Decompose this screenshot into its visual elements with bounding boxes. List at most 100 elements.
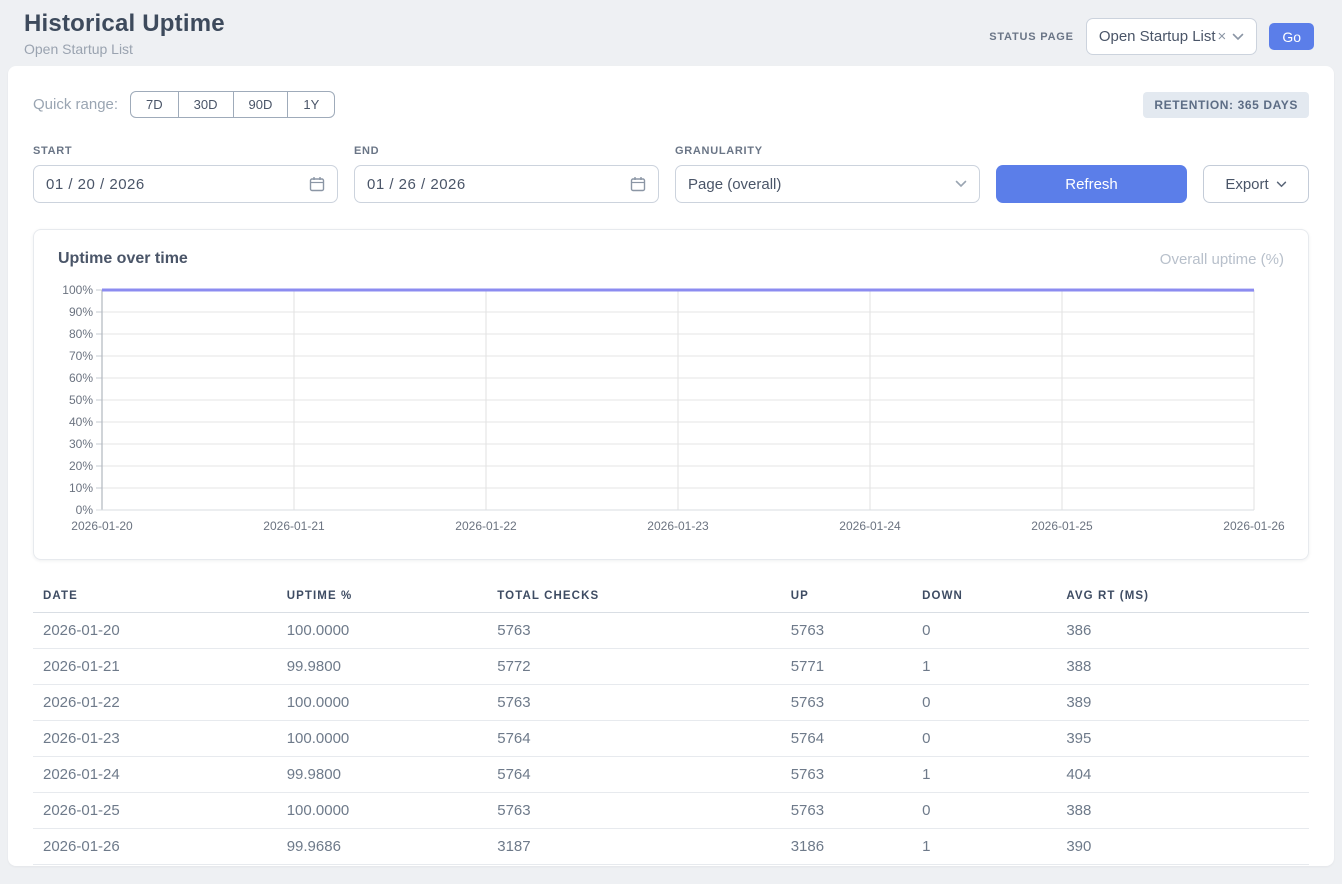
table-cell: 395 [1056,721,1309,757]
svg-text:30%: 30% [69,437,93,451]
go-button[interactable]: Go [1269,23,1314,50]
table-cell: 99.9800 [277,757,488,793]
table-cell: 5772 [487,649,780,685]
svg-text:2026-01-22: 2026-01-22 [455,519,517,533]
chart-legend: Overall uptime (%) [1160,251,1284,268]
start-date-value: 01 / 20 / 2026 [46,176,145,193]
table-cell: 0 [912,721,1056,757]
start-date-input[interactable]: 01 / 20 / 2026 [33,165,338,203]
table-row: 2026-01-20100.0000576357630386 [33,613,1309,649]
uptime-line-chart: 100% 90% 80% 70% 60% 50% 40% 30% 20% 10% 0% 2026-01… [52,280,1290,549]
svg-text:90%: 90% [69,305,93,319]
uptime-table: DATEUPTIME %TOTAL CHECKSUPDOWNAVG RT (MS… [33,584,1309,865]
granularity-label: GRANULARITY [675,145,980,157]
title-block: Historical Uptime Open Startup List [24,10,225,57]
quick-range-label: Quick range: [33,96,118,113]
header-right: STATUS PAGE Open Startup List × Go [989,18,1314,55]
status-page-value: Open Startup List [1099,28,1216,45]
table-cell: 5764 [781,721,912,757]
main-panel: Quick range: 7D30D90D1Y RETENTION: 365 D… [8,66,1334,866]
column-header-up: UP [781,584,912,613]
table-cell: 2026-01-23 [33,721,277,757]
table-cell: 5763 [781,685,912,721]
granularity-select[interactable]: Page (overall) [675,165,980,203]
table-row: 2026-01-2199.9800577257711388 [33,649,1309,685]
export-label: Export [1225,176,1268,193]
table-cell: 5764 [487,721,780,757]
granularity-value: Page (overall) [688,176,781,193]
svg-text:2026-01-23: 2026-01-23 [647,519,709,533]
export-button[interactable]: Export [1203,165,1309,203]
calendar-icon[interactable] [309,176,325,192]
svg-text:20%: 20% [69,459,93,473]
svg-text:2026-01-26: 2026-01-26 [1223,519,1285,533]
quick-range-1y[interactable]: 1Y [287,91,335,118]
table-cell: 389 [1056,685,1309,721]
table-cell: 100.0000 [277,613,488,649]
chevron-down-icon [1232,33,1244,41]
svg-text:40%: 40% [69,415,93,429]
svg-text:2026-01-24: 2026-01-24 [839,519,901,533]
chevron-down-icon [955,180,967,188]
table-cell: 100.0000 [277,685,488,721]
table-cell: 0 [912,613,1056,649]
quick-range-row: Quick range: 7D30D90D1Y RETENTION: 365 D… [33,91,1309,118]
table-cell: 388 [1056,793,1309,829]
table-cell: 390 [1056,829,1309,865]
table-cell: 2026-01-26 [33,829,277,865]
quick-range-wrap: Quick range: 7D30D90D1Y [33,91,335,118]
table-cell: 5763 [487,685,780,721]
table-cell: 1 [912,829,1056,865]
page-title: Historical Uptime [24,10,225,38]
svg-text:100%: 100% [62,283,93,297]
table-cell: 100.0000 [277,793,488,829]
column-header-uptime-: UPTIME % [277,584,488,613]
start-field: START 01 / 20 / 2026 [33,145,338,203]
table-row: 2026-01-2699.9686318731861390 [33,829,1309,865]
filter-fields-row: START 01 / 20 / 2026 END 01 / 26 / 2026 … [33,145,1309,203]
chevron-down-icon [1276,181,1287,188]
quick-range-30d[interactable]: 30D [178,91,234,118]
svg-text:2026-01-21: 2026-01-21 [263,519,325,533]
uptime-chart-card: Uptime over time Overall uptime (%) 100%… [33,229,1309,560]
clear-selection-icon[interactable]: × [1218,28,1227,45]
quick-range-90d[interactable]: 90D [233,91,289,118]
svg-text:2026-01-25: 2026-01-25 [1031,519,1093,533]
table-cell: 5763 [781,793,912,829]
status-page-select[interactable]: Open Startup List × [1086,18,1258,55]
chart-header: Uptime over time Overall uptime (%) [52,250,1290,268]
svg-text:70%: 70% [69,349,93,363]
table-cell: 99.9686 [277,829,488,865]
table-cell: 5763 [781,613,912,649]
table-cell: 2026-01-24 [33,757,277,793]
svg-text:50%: 50% [69,393,93,407]
svg-text:10%: 10% [69,481,93,495]
svg-text:60%: 60% [69,371,93,385]
table-cell: 0 [912,793,1056,829]
table-cell: 5764 [487,757,780,793]
quick-range-group: 7D30D90D1Y [130,91,335,118]
end-field: END 01 / 26 / 2026 [354,145,659,203]
table-cell: 3187 [487,829,780,865]
calendar-icon[interactable] [630,176,646,192]
page-subtitle: Open Startup List [24,41,225,57]
quick-range-7d[interactable]: 7D [130,91,179,118]
table-cell: 2026-01-21 [33,649,277,685]
table-cell: 386 [1056,613,1309,649]
svg-text:0%: 0% [76,503,94,517]
table-cell: 2026-01-20 [33,613,277,649]
table-cell: 3186 [781,829,912,865]
refresh-button[interactable]: Refresh [996,165,1187,203]
table-header-row: DATEUPTIME %TOTAL CHECKSUPDOWNAVG RT (MS… [33,584,1309,613]
chart-title: Uptime over time [58,250,188,268]
table-cell: 2026-01-25 [33,793,277,829]
end-date-input[interactable]: 01 / 26 / 2026 [354,165,659,203]
table-cell: 5763 [487,613,780,649]
table-cell: 5771 [781,649,912,685]
table-row: 2026-01-25100.0000576357630388 [33,793,1309,829]
table-cell: 99.9800 [277,649,488,685]
svg-text:80%: 80% [69,327,93,341]
column-header-avg-rt-ms-: AVG RT (MS) [1056,584,1309,613]
table-cell: 404 [1056,757,1309,793]
table-cell: 5763 [781,757,912,793]
